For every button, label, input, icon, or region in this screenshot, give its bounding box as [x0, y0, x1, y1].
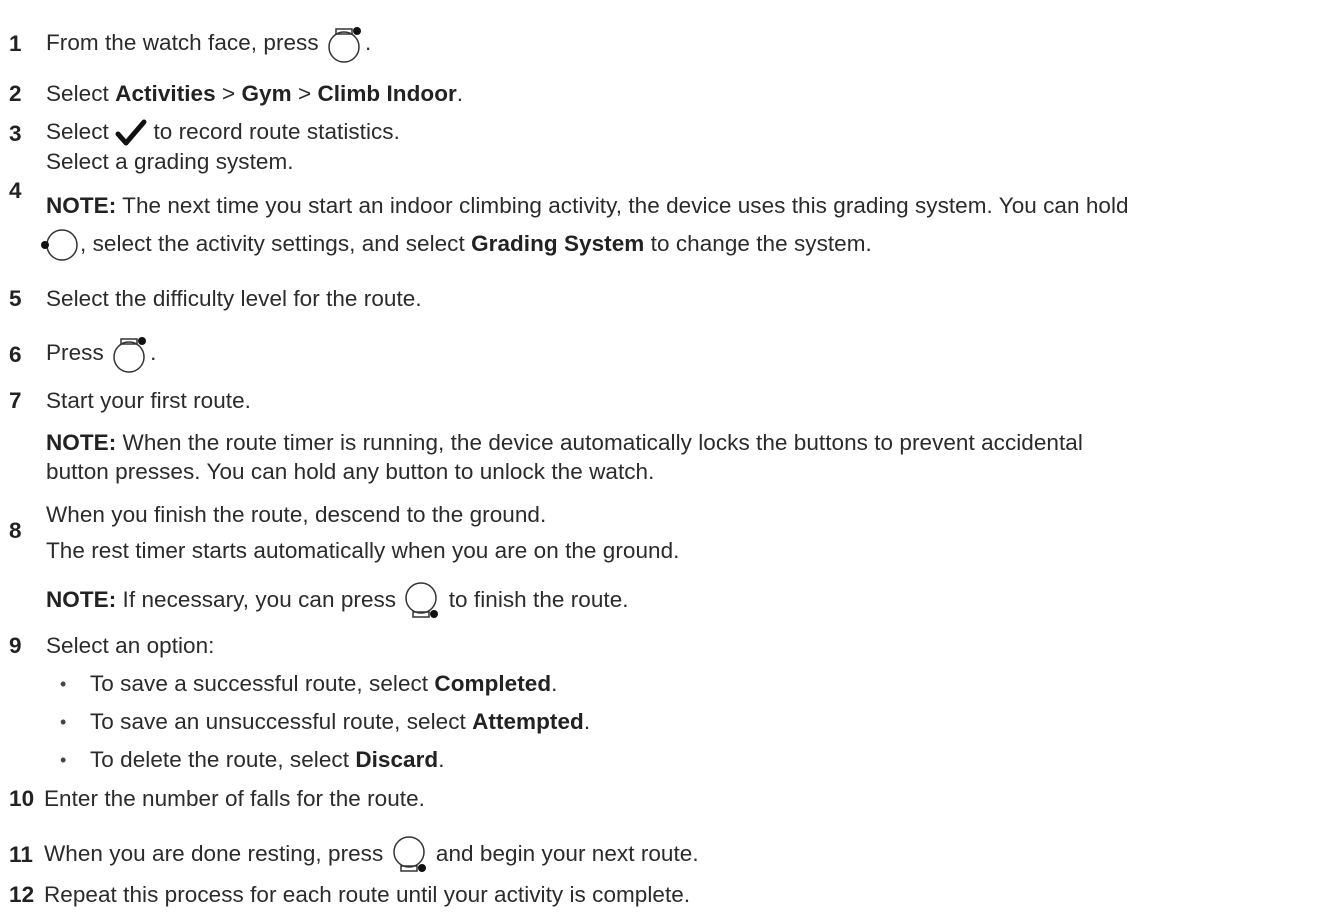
step-text: . [364, 29, 372, 55]
step-text: . [456, 81, 464, 106]
note-text: The next time you start an indoor climbi… [116, 193, 1129, 218]
step-text: Press [46, 339, 104, 365]
instruction-document: 1 From the watch face, press . 2 Select … [0, 0, 1333, 916]
note-text: When the route timer is running, the dev… [116, 430, 1083, 455]
note-text: button presses. You can hold any button … [46, 459, 655, 484]
option-text: . [551, 671, 558, 696]
step-text: From the watch face, press [46, 29, 319, 55]
option-text: To save an unsuccessful route, select [90, 709, 473, 734]
step-number: 7 [9, 388, 22, 413]
checkmark-icon [115, 119, 147, 147]
option-text: To save a successful route, select [90, 671, 435, 696]
step-number: 3 [9, 121, 22, 146]
option-label: Completed [434, 671, 552, 696]
step-number: 8 [9, 518, 22, 543]
step-text: Repeat this process for each route until… [44, 882, 691, 907]
step-text: Select the difficulty level for the rout… [46, 286, 422, 311]
step-6-line: Press . [46, 335, 156, 373]
note-label: NOTE: [46, 193, 117, 218]
note-label: NOTE: [46, 430, 117, 455]
menu-activities: Activities [115, 81, 216, 106]
step-text: Start your first route. [46, 388, 251, 413]
step-number: 1 [9, 31, 22, 56]
step-number: 11 [9, 842, 33, 867]
bullet: • [60, 712, 67, 732]
bullet: • [60, 750, 67, 770]
step-text: Select an option: [46, 633, 215, 658]
note-label: NOTE: [46, 586, 117, 612]
step-7-note: NOTE: When the route timer is running, t… [46, 430, 1083, 456]
step-number: 9 [9, 633, 22, 658]
step-number: 5 [9, 286, 22, 311]
step-number: 6 [9, 342, 22, 367]
watch-bottom-right-button-icon [402, 582, 442, 620]
step-text: Enter the number of falls for the route. [44, 786, 425, 811]
option-text: To delete the route, select [90, 747, 356, 772]
watch-top-right-button-icon [110, 335, 150, 373]
note-text: , select the activity settings, and sele… [80, 230, 472, 256]
step-2-line: Select Activities > Gym > Climb Indoor. [46, 81, 463, 107]
step-number: 12 [9, 882, 35, 907]
option-text: . [583, 709, 591, 734]
setting-grading-system: Grading System [471, 230, 645, 256]
option-discard: To delete the route, select Discard. [90, 747, 445, 773]
step-text: . [150, 339, 157, 365]
note-text: to finish the route. [448, 586, 629, 612]
step-4-note: NOTE: The next time you start an indoor … [46, 193, 1129, 219]
separator: > [215, 81, 242, 106]
step-text: Select [46, 81, 116, 106]
step-8-note: NOTE: If necessary, you can press to fin… [46, 582, 629, 620]
menu-climb-indoor: Climb Indoor [317, 81, 457, 106]
note-text: to change the system. [644, 230, 872, 256]
menu-gym: Gym [241, 81, 292, 106]
bullet: • [60, 674, 67, 694]
step-text: The rest timer starts automatically when… [46, 538, 680, 563]
watch-top-right-button-icon [325, 25, 365, 63]
step-text: and begin your next route. [435, 840, 699, 866]
step-text: Select a grading system. [46, 149, 294, 174]
step-text: Select [46, 119, 109, 144]
step-number: 4 [9, 178, 22, 203]
option-completed: To save a successful route, select Compl… [90, 671, 557, 697]
step-4-note-cont: , select the activity settings, and sele… [40, 226, 872, 264]
note-text: If necessary, you can press [116, 586, 397, 612]
step-11-line: When you are done resting, press and beg… [44, 836, 699, 874]
step-text: When you finish the route, descend to th… [46, 502, 547, 527]
option-label: Attempted [472, 709, 584, 734]
watch-left-button-icon [40, 226, 80, 264]
step-1-line: From the watch face, press . [46, 25, 371, 63]
separator: > [291, 81, 318, 106]
option-attempted: To save an unsuccessful route, select At… [90, 709, 590, 735]
step-number: 10 [9, 786, 35, 811]
step-3-line: Select to record route statistics. [46, 119, 400, 147]
option-text: . [438, 747, 445, 772]
option-label: Discard [355, 747, 439, 772]
step-text: When you are done resting, press [44, 840, 384, 866]
watch-bottom-right-button-icon [390, 836, 430, 874]
step-text: to record route statistics. [153, 119, 400, 144]
step-number: 2 [9, 81, 22, 106]
